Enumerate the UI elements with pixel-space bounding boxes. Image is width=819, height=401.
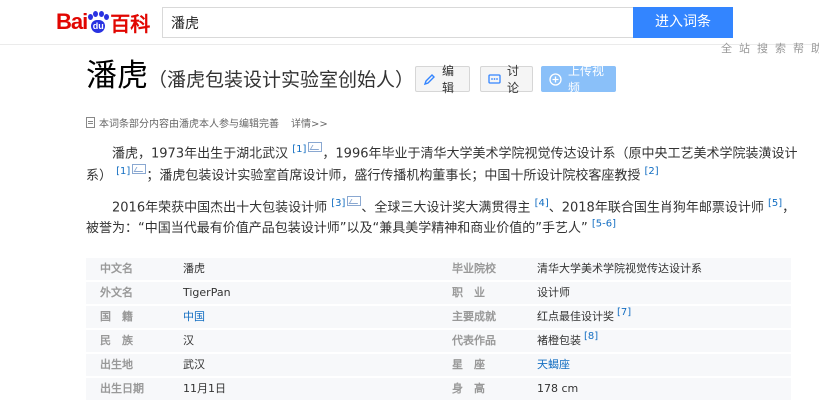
summary-text: 、2018年联合国生肖狗年邮票设计师 [548, 200, 764, 216]
citation-link[interactable]: [4] [535, 198, 549, 209]
summary-text: 2016年荣获中国杰出十大包装设计师 [112, 200, 328, 216]
info-value: 11月1日 [183, 382, 226, 395]
info-label: 中文名 [100, 262, 133, 275]
edit-notice: 本词条部分内容由潘虎本人参与编辑完善 详情>> [86, 115, 328, 130]
nationality-link[interactable]: 中国 [183, 305, 205, 329]
citation-link[interactable]: [8] [584, 331, 598, 342]
faded-nav: 全站搜索帮助 [715, 40, 819, 56]
enter-entry-button[interactable]: 进入词条 [633, 7, 733, 38]
info-value: 潘虎 [183, 262, 205, 275]
citation-link[interactable]: [1] [292, 144, 306, 155]
citation-link[interactable]: [1] [116, 166, 130, 177]
faded-nav-char: 全 [721, 42, 733, 55]
info-label: 职 业 [452, 286, 485, 299]
citation-link[interactable]: [7] [617, 307, 631, 318]
paw-icon: du [88, 11, 110, 33]
citation-link[interactable]: [5] [768, 198, 782, 209]
info-label: 外文名 [100, 286, 133, 299]
info-value: 设计师 [537, 286, 570, 299]
edit-label: 编辑 [442, 64, 455, 95]
info-value: 清华大学美术学院视觉传达设计系 [537, 262, 702, 275]
info-value: 武汉 [183, 358, 205, 371]
faded-nav-char: 搜 [757, 42, 769, 55]
upload-video-button[interactable]: 上传视频 [541, 64, 616, 95]
document-icon [86, 117, 95, 128]
top-search-bar: Bai du 百科 进入词条 [0, 0, 819, 45]
info-label: 出生地 [100, 358, 133, 371]
summary-text: ；潘虎包装设计实验室首席设计师，盛行传播机构董事长；中国十所设计院校客座教授 [146, 168, 641, 184]
baidu-baike-logo[interactable]: Bai du 百科 [56, 8, 150, 36]
image-icon[interactable] [132, 164, 147, 175]
constellation-link[interactable]: 天蝎座 [537, 353, 570, 377]
pencil-icon [423, 73, 436, 86]
search-input[interactable] [162, 7, 633, 38]
info-value: 红点最佳设计奖 [7] [537, 305, 631, 329]
faded-nav-char: 帮 [793, 42, 805, 55]
edit-button[interactable]: 编辑 [415, 64, 470, 95]
table-row: 国 籍 中国 主要成就 红点最佳设计奖 [7] [86, 305, 791, 329]
citation-link[interactable]: [2] [644, 166, 658, 177]
table-row: 外文名 TigerPan 职 业 设计师 [86, 281, 791, 305]
citation-link[interactable]: [5-6] [592, 219, 616, 230]
table-row: 中文名 潘虎 毕业院校 清华大学美术学院视觉传达设计系 [86, 257, 791, 281]
info-label: 身 高 [452, 382, 485, 395]
upload-video-label: 上传视频 [568, 64, 605, 95]
faded-nav-char: 站 [739, 42, 751, 55]
faded-nav-char: 助 [811, 42, 819, 55]
info-label: 代表作品 [452, 334, 496, 347]
faded-nav-char: 索 [775, 42, 787, 55]
achievement-text: 红点最佳设计奖 [537, 310, 614, 323]
info-label: 民 族 [100, 334, 133, 347]
summary-text: 潘虎，1973年出生于湖北武汉 [112, 146, 289, 162]
info-value: 汉 [183, 334, 194, 347]
discuss-button[interactable]: 讨论 [480, 64, 533, 95]
discuss-label: 讨论 [507, 64, 520, 95]
image-icon[interactable] [347, 196, 362, 206]
details-link[interactable]: 详情>> [291, 115, 328, 130]
entry-title: 潘虎 [86, 58, 148, 94]
info-label: 星 座 [452, 358, 485, 371]
logo-text-baike: 百科 [110, 11, 151, 36]
image-icon[interactable] [308, 142, 323, 152]
info-label: 毕业院校 [452, 262, 496, 275]
entry-subtitle: （潘虎包装设计实验室创始人） [148, 69, 415, 91]
summary-text: 、全球三大设计奖大满贯得主 [361, 200, 531, 216]
info-value: 褚橙包装 [8] [537, 329, 598, 353]
logo-text-bai: Bai [56, 9, 88, 34]
table-row: 出生日期 11月1日 身 高 178 cm [86, 377, 791, 401]
info-label: 国 籍 [100, 310, 133, 323]
notice-text: 本词条部分内容由潘虎本人参与编辑完善 [99, 119, 279, 130]
info-label: 主要成就 [452, 310, 496, 323]
info-value: 178 cm [537, 382, 579, 395]
table-row: 出生地 武汉 星 座 天蝎座 [86, 353, 791, 377]
info-value: TigerPan [183, 286, 231, 299]
citation-link[interactable]: [3] [331, 198, 345, 209]
plus-circle-icon [549, 72, 562, 86]
summary-paragraph-2: 2016年荣获中国杰出十大包装设计师 [3] 、全球三大设计奖大满贯得主 [4]、… [86, 196, 806, 239]
works-text: 褚橙包装 [537, 334, 581, 347]
chat-icon [488, 73, 501, 86]
logo-text-du: du [91, 20, 106, 33]
info-label: 出生日期 [100, 382, 144, 395]
table-row: 民 族 汉 代表作品 褚橙包装 [8] [86, 329, 791, 353]
summary-paragraph-1: 潘虎，1973年出生于湖北武汉 [1] ，1996年毕业于清华大学美术学院视觉传达… [86, 142, 806, 187]
